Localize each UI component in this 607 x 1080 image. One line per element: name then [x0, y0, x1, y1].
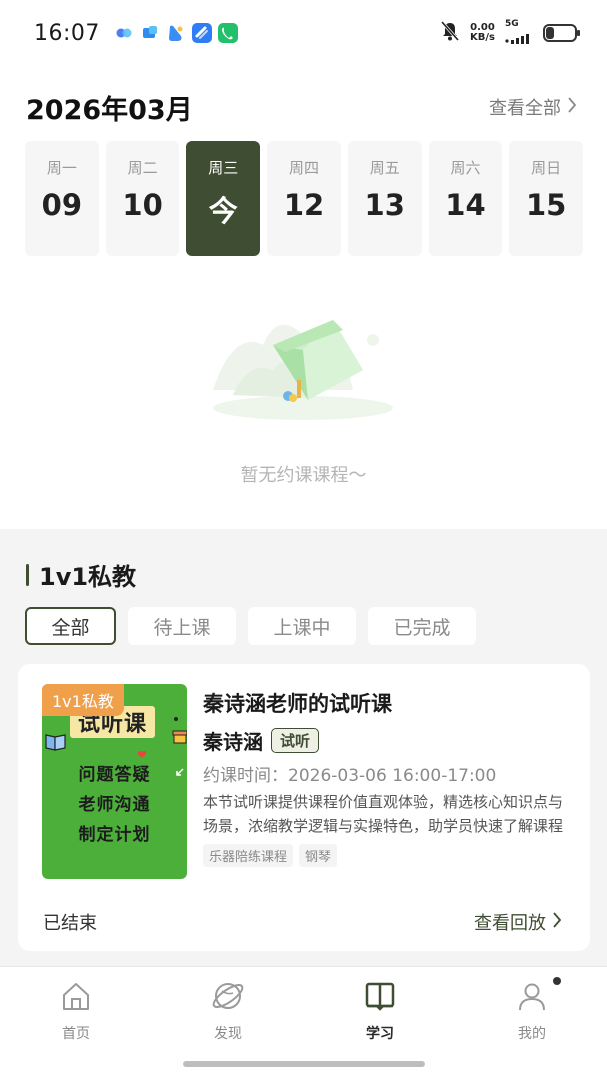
tab-mine-label: 我的 [518, 1026, 546, 1042]
sparkle-doodle-icon [172, 708, 180, 727]
day-number: 14 [445, 188, 486, 222]
filter-chips: 全部 待上课 上课中 已完成 [25, 607, 476, 645]
battery-icon [543, 24, 580, 42]
book-icon [363, 979, 397, 1017]
course-description: 本节试听课提供课程价值直观体验，精选核心知识点与场景，浓缩教学逻辑与实操特色，助… [203, 793, 563, 835]
thumb-line-1: 问题答疑 [78, 765, 151, 785]
day-number: 今 [208, 194, 238, 228]
view-replay-label: 查看回放 [474, 913, 546, 934]
net-speed-unit: KB/s [470, 32, 495, 43]
tab-home-label: 首页 [62, 1026, 90, 1042]
day-of-week: 周二 [127, 159, 158, 177]
day-number: 15 [525, 188, 567, 222]
filter-chip[interactable]: 待上课 [128, 607, 236, 645]
app-blue-link-icon [191, 23, 212, 43]
arrow-doodle-icon [175, 762, 185, 781]
app-blue-fish-icon [165, 23, 186, 43]
tab-discover[interactable]: 发现 [178, 979, 278, 1043]
day-of-week: 周三 [208, 159, 239, 177]
signal: 5G [505, 19, 533, 48]
filter-chip[interactable]: 上课中 [248, 607, 356, 645]
status-right: 0.00 KB/s 5G [440, 19, 580, 48]
home-indicator[interactable] [183, 1061, 425, 1067]
thumb-tag: 1v1私教 [42, 684, 124, 716]
day-6[interactable]: 周日 15 [509, 141, 584, 256]
view-replay-button[interactable]: 查看回放 [474, 909, 562, 935]
course-tag: 乐器陪练课程 [203, 844, 294, 867]
thumb-line-2: 老师沟通 [78, 795, 151, 815]
filter-chip[interactable]: 已完成 [368, 607, 476, 645]
thumb-line-3: 制定计划 [78, 825, 151, 845]
course-status: 已结束 [43, 913, 97, 934]
day-of-week: 周六 [450, 159, 481, 177]
empty-state-illustration [203, 290, 403, 430]
section-title-bar [26, 563, 29, 586]
view-all-link[interactable]: 查看全部 [489, 94, 577, 120]
booking-time-value: 2026-03-06 16:00-17:00 [288, 766, 497, 786]
course-title: 秦诗涵老师的试听课 [203, 692, 392, 716]
tab-home[interactable]: 首页 [26, 979, 126, 1043]
tab-study[interactable]: 学习 [330, 979, 430, 1043]
day-2[interactable]: 周三今 [186, 141, 261, 256]
day-number: 12 [283, 188, 325, 222]
signal-icon [505, 29, 533, 48]
section-title-text: 1v1私教 [39, 563, 137, 591]
booking-time-label: 约课时间： [203, 766, 288, 786]
planet-icon [211, 979, 245, 1017]
app-blue-square-icon [139, 23, 160, 43]
day-number: 13 [364, 188, 405, 222]
app-blue-dots-icon [113, 23, 134, 43]
day-5[interactable]: 周六 14 [428, 141, 503, 256]
day-3[interactable]: 周四 12 [267, 141, 341, 256]
month-title: 2026年03月 [26, 95, 193, 126]
tab-discover-label: 发现 [214, 1026, 242, 1042]
home-icon [59, 979, 93, 1017]
status-bar: 16:07 0.00 KB/s 5G [0, 0, 607, 66]
empty-state-text: 暂无约课课程～ [240, 465, 367, 486]
teacher-name: 秦诗涵 [203, 730, 263, 754]
heart-doodle-icon [137, 744, 147, 763]
day-0[interactable]: 周一 09 [25, 141, 99, 256]
user-icon [515, 979, 549, 1017]
mute-bell-icon [440, 20, 460, 46]
net-speed: 0.00 KB/s [470, 23, 495, 43]
tab-study-label: 学习 [366, 1026, 394, 1042]
course-tags: 乐器陪练课程 钢琴 [203, 844, 338, 867]
trial-badge: 试听 [271, 728, 320, 753]
chevron-right-icon [567, 96, 577, 119]
chevron-right-icon [552, 911, 562, 934]
tab-mine[interactable]: 我的 [482, 979, 582, 1043]
filter-chip[interactable]: 全部 [25, 607, 116, 645]
day-of-week: 周日 [531, 159, 562, 177]
day-1[interactable]: 周二 10 [105, 141, 180, 256]
week-strip: 周一 09 周二 10 周三今 周四 12 周五 13 周六 14 周日 15 [25, 141, 584, 256]
section-title: 1v1私教 [26, 557, 136, 592]
notification-dot [553, 977, 561, 985]
app-green-phone-icon [217, 23, 238, 43]
network-type: 5G [505, 18, 519, 29]
day-number: 10 [122, 188, 163, 222]
day-4[interactable]: 周五 13 [347, 141, 422, 256]
book-doodle-icon [44, 732, 68, 756]
day-number: 09 [41, 188, 83, 222]
teacher-row: 秦诗涵 试听 [203, 726, 320, 755]
course-thumbnail: 试听课 1v1私教 问题答疑 老师沟通 制定计划 [42, 684, 187, 879]
view-all-label: 查看全部 [489, 98, 561, 119]
status-app-icons [113, 23, 238, 43]
status-time: 16:07 [34, 20, 100, 46]
course-card[interactable]: 试听课 1v1私教 问题答疑 老师沟通 制定计划 秦诗涵老师的试听课 秦诗涵 试… [18, 664, 590, 951]
gift-doodle-icon [172, 728, 187, 748]
day-of-week: 周五 [369, 159, 400, 177]
day-of-week: 周一 [46, 159, 77, 177]
day-of-week: 周四 [289, 159, 320, 177]
booking-time: 约课时间：2026-03-06 16:00-17:00 [203, 761, 496, 786]
course-tag: 钢琴 [299, 844, 338, 867]
